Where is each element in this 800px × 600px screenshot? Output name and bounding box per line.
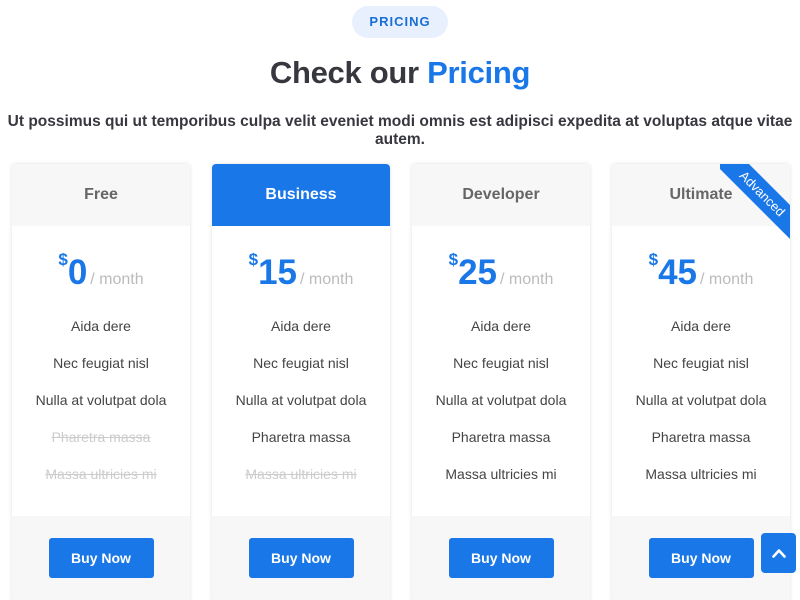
feature-item: Aida dere [471, 318, 531, 334]
section-badge: PRICING [352, 6, 448, 38]
advanced-ribbon: Advanced [720, 164, 790, 245]
price-currency: $ [58, 250, 68, 269]
feature-item: Massa ultricies mi [645, 466, 757, 482]
back-to-top-button[interactable] [761, 533, 796, 573]
price-amount: 25 [458, 253, 498, 292]
feature-item: Nec feugiat nisl [53, 355, 149, 371]
price-currency: $ [448, 250, 459, 269]
section-title: Check our Pricing [0, 55, 800, 91]
card-footer: Buy Now [412, 516, 590, 600]
feature-item-unavailable: Massa ultricies mi [45, 466, 157, 482]
price-currency: $ [248, 250, 259, 269]
feature-item: Nulla at volutpat dola [635, 392, 767, 408]
feature-item: Pharetra massa [251, 429, 351, 445]
pricing-card-developer: Developer $25/ month Aida dere Nec feugi… [412, 164, 590, 600]
plan-price: $0/ month [12, 248, 190, 298]
plan-name: Free [12, 164, 190, 226]
buy-now-button-business[interactable]: Buy Now [248, 538, 354, 578]
plan-price: $45/ month [612, 248, 790, 298]
buy-now-button-free[interactable]: Buy Now [48, 538, 154, 578]
price-currency: $ [648, 250, 659, 269]
price-amount: 15 [258, 253, 298, 292]
section-title-accent: Pricing [427, 55, 531, 90]
ribbon-container: Advanced [720, 164, 790, 254]
card-footer: Buy Now [212, 516, 390, 600]
feature-list: Aida dere Nec feugiat nisl Nulla at volu… [212, 308, 390, 493]
price-amount: 0 [67, 253, 88, 292]
plan-price: $25/ month [412, 248, 590, 298]
buy-now-button-developer[interactable]: Buy Now [448, 538, 554, 578]
price-period: / month [700, 271, 754, 288]
section-title-wrap: Check our Pricing [0, 55, 800, 91]
feature-item-unavailable: Pharetra massa [51, 429, 151, 445]
card-footer: Buy Now [12, 516, 190, 600]
feature-item: Pharetra massa [651, 429, 751, 445]
plan-name: Developer [412, 164, 590, 226]
price-amount: 45 [658, 253, 698, 292]
section-subtitle: Ut possimus qui ut temporibus culpa veli… [7, 113, 793, 148]
section-title-prefix: Check our [269, 55, 419, 90]
section-badge-wrap: PRICING [0, 6, 800, 38]
feature-item-unavailable: Massa ultricies mi [245, 466, 357, 482]
feature-item: Nec feugiat nisl [253, 355, 349, 371]
feature-item: Nulla at volutpat dola [435, 392, 567, 408]
feature-list: Aida dere Nec feugiat nisl Nulla at volu… [12, 308, 190, 493]
feature-item: Nec feugiat nisl [453, 355, 549, 371]
plan-name: Business [212, 164, 390, 226]
feature-item: Nulla at volutpat dola [235, 392, 367, 408]
buy-now-button-ultimate[interactable]: Buy Now [648, 538, 754, 578]
feature-list: Aida dere Nec feugiat nisl Nulla at volu… [612, 308, 790, 493]
pricing-card-business: Business $15/ month Aida dere Nec feugia… [212, 164, 390, 600]
price-period: / month [500, 271, 554, 288]
plan-price: $15/ month [212, 248, 390, 298]
feature-item: Nec feugiat nisl [653, 355, 749, 371]
feature-item: Pharetra massa [451, 429, 551, 445]
feature-item: Massa ultricies mi [445, 466, 557, 482]
pricing-card-free: Free $0/ month Aida dere Nec feugiat nis… [12, 164, 190, 600]
feature-item: Nulla at volutpat dola [35, 392, 167, 408]
feature-list: Aida dere Nec feugiat nisl Nulla at volu… [412, 308, 590, 493]
feature-item: Aida dere [271, 318, 331, 334]
feature-item: Aida dere [671, 318, 731, 334]
price-period: / month [300, 271, 354, 288]
price-period: / month [90, 271, 144, 288]
feature-item: Aida dere [71, 318, 131, 334]
chevron-up-icon [771, 549, 786, 558]
